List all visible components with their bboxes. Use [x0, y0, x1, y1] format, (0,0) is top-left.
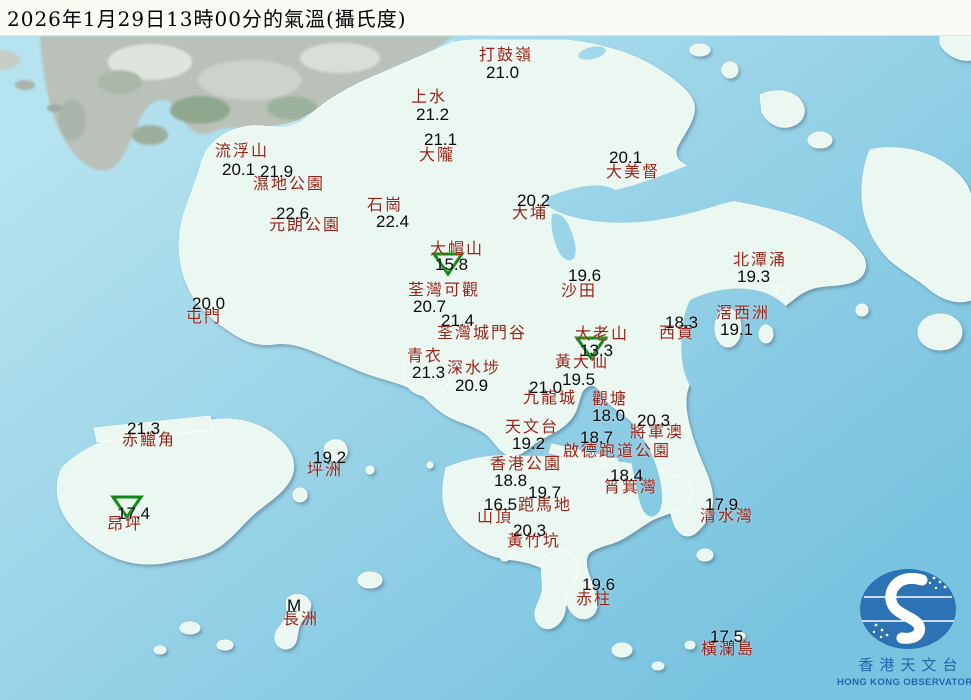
hko-logo: 香港天文台 HONG KONG OBSERVATORY [837, 566, 971, 688]
station-name: 上水 [411, 87, 448, 106]
station-temperature-value: 18.4 [610, 466, 644, 485]
station-temperature-value: 19.1 [720, 320, 754, 339]
station-name: 沙田 [561, 281, 598, 300]
station-temperature-value: 19.3 [737, 267, 771, 286]
station-temperature-value: 17.5 [710, 627, 744, 646]
station-temperature-value: 18.7 [580, 428, 614, 447]
station-name: 大隴 [419, 145, 456, 164]
station-temperature-value: 18.8 [494, 471, 528, 490]
station-temperature-value: 19.2 [512, 434, 546, 453]
station-name: 打鼓嶺 [479, 45, 534, 64]
hko-logo-chinese-name: 香港天文台 [858, 656, 964, 674]
station-temperature-value: 19.7 [528, 483, 562, 502]
station-temperature-value: 19.6 [582, 575, 616, 594]
station-temperature-value: 21.0 [486, 63, 520, 82]
station-temperature-value: 17.4 [117, 504, 151, 523]
station-temperature-value: 20.1 [609, 148, 643, 167]
station-temperature-value: 21.2 [416, 105, 450, 124]
station-temperature-value: 21.3 [412, 363, 446, 382]
hko-logo-english-name: HONG KONG OBSERVATORY [837, 677, 971, 688]
station-temperature-value: 18.3 [665, 313, 699, 332]
station-temperature-value: 19.2 [313, 448, 347, 467]
station-temperature-value: 15.8 [435, 255, 469, 274]
page-title: 2026年1月29日13時00分的氣溫(攝氏度) [7, 7, 407, 31]
station-temperature-value: 20.3 [637, 411, 671, 430]
station-temperature-value: 13.3 [580, 341, 614, 360]
station-temperature-value: 19.5 [562, 370, 596, 389]
station-temperature-value: 20.3 [513, 521, 547, 540]
stations-layer: 打鼓嶺 21.0 上水 21.2 大隴 21.1 大美督 20.1 流浮山 20.1 濕地公園 21.… [0, 0, 971, 700]
station-name: 深水埗 [447, 358, 502, 377]
hko-temperature-map-page: 2026年1月29日13時00分的氣溫(攝氏度) 打鼓嶺 21.0 上水 21.2 大隴… [0, 0, 971, 700]
station-temperature-value: 20.1 [222, 160, 256, 179]
title-bar: 2026年1月29日13時00分的氣溫(攝氏度) [0, 0, 971, 36]
station-temperature-value: 21.9 [260, 162, 294, 181]
station-temperature-value: 22.6 [276, 204, 310, 223]
station-temperature-value: 22.4 [376, 212, 410, 231]
station-temperature-value: M [287, 596, 302, 615]
station-temperature-value: 21.3 [127, 419, 161, 438]
station-temperature-value: 18.0 [592, 406, 626, 425]
station-temperature-value: 21.4 [441, 311, 475, 330]
station-name: 流浮山 [215, 141, 270, 160]
station-temperature-value: 16.5 [484, 495, 518, 514]
hko-logo-icon [860, 569, 956, 649]
station-temperature-value: 21.0 [529, 378, 563, 397]
station-temperature-value: 20.9 [455, 376, 489, 395]
station-temperature-value: 17.9 [705, 495, 739, 514]
station-temperature-value: 20.0 [192, 294, 226, 313]
station-temperature-value: 20.2 [517, 191, 551, 210]
station-temperature-value: 19.6 [568, 266, 602, 285]
station-temperature-value: 21.1 [424, 130, 458, 149]
